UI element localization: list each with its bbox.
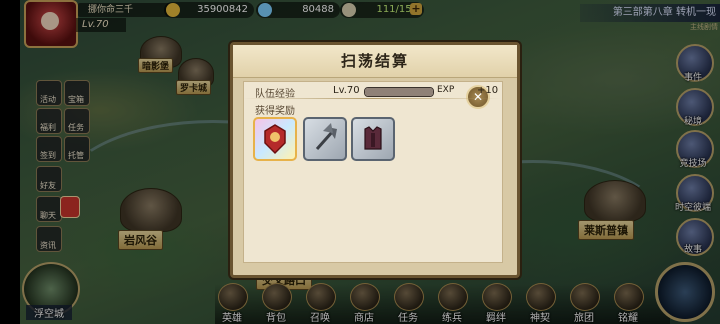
screen-edge — [0, 0, 20, 324]
sweep-result-dialog: 扫荡结算 ✕ 队伍经验 Lv.70 EXP +10 获得奖励 — [230, 42, 520, 278]
divider — [243, 98, 501, 99]
reward-item-axe[interactable] — [303, 117, 347, 161]
modal-title: 扫荡结算 — [233, 45, 517, 78]
rewards-label: 获得奖励 — [255, 106, 295, 117]
reward-item-armor[interactable] — [351, 117, 395, 161]
hero-portrait-icon — [264, 124, 286, 155]
exp-progress-bar — [364, 87, 434, 97]
armor-icon — [364, 126, 382, 150]
axe-icon — [315, 123, 337, 150]
reward-item-hero-card[interactable] — [253, 117, 297, 161]
exp-unit: EXP — [437, 85, 455, 95]
exp-gain: +10 — [477, 85, 499, 96]
team-level: Lv.70 — [333, 85, 360, 96]
exp-progress-fill — [365, 88, 433, 96]
